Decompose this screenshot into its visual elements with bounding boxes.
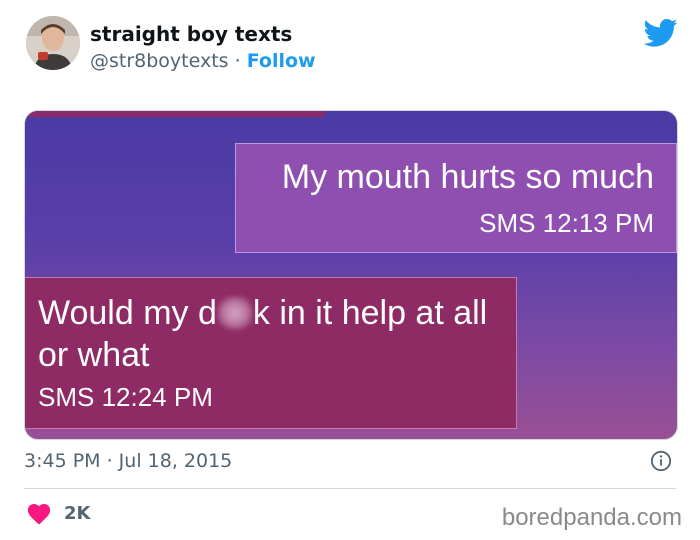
handle-row: @str8boytexts · Follow: [90, 50, 316, 72]
sent-message-meta: SMS 12:13 PM: [479, 208, 654, 238]
follow-button[interactable]: Follow: [247, 50, 316, 72]
divider: [24, 488, 676, 489]
like-count: 2K: [64, 502, 91, 524]
received-message-bubble: Would my dk in it help at all or what SM…: [25, 277, 517, 429]
watermark: boredpanda.com: [501, 504, 682, 531]
like-button[interactable]: 2K: [26, 500, 90, 526]
heart-icon: [27, 504, 51, 525]
tweet-media-image[interactable]: My mouth hurts so much SMS 12:13 PM Woul…: [24, 110, 678, 440]
avatar-image: [26, 16, 80, 70]
received-message-meta: SMS 12:24 PM: [38, 382, 213, 412]
author-avatar[interactable]: [26, 16, 80, 70]
censor-blur: [216, 296, 253, 330]
tweet-timestamp[interactable]: 3:45 PM · Jul 18, 2015: [24, 450, 232, 472]
author-handle[interactable]: @str8boytexts: [90, 50, 229, 72]
author-name[interactable]: straight boy texts: [90, 22, 292, 46]
sent-message-text: My mouth hurts so much: [281, 158, 654, 196]
received-text-before: Would my d: [38, 294, 217, 332]
previous-bubble-edge: [25, 111, 325, 117]
received-message-text: Would my dk in it help at all or what: [38, 292, 508, 376]
separator-dot: ·: [228, 50, 247, 72]
twitter-bird-icon[interactable]: [644, 18, 678, 48]
info-icon[interactable]: [650, 450, 672, 472]
sent-message-bubble: My mouth hurts so much SMS 12:13 PM: [235, 143, 677, 253]
tweet-card: straight boy texts @str8boytexts · Follo…: [0, 0, 700, 540]
